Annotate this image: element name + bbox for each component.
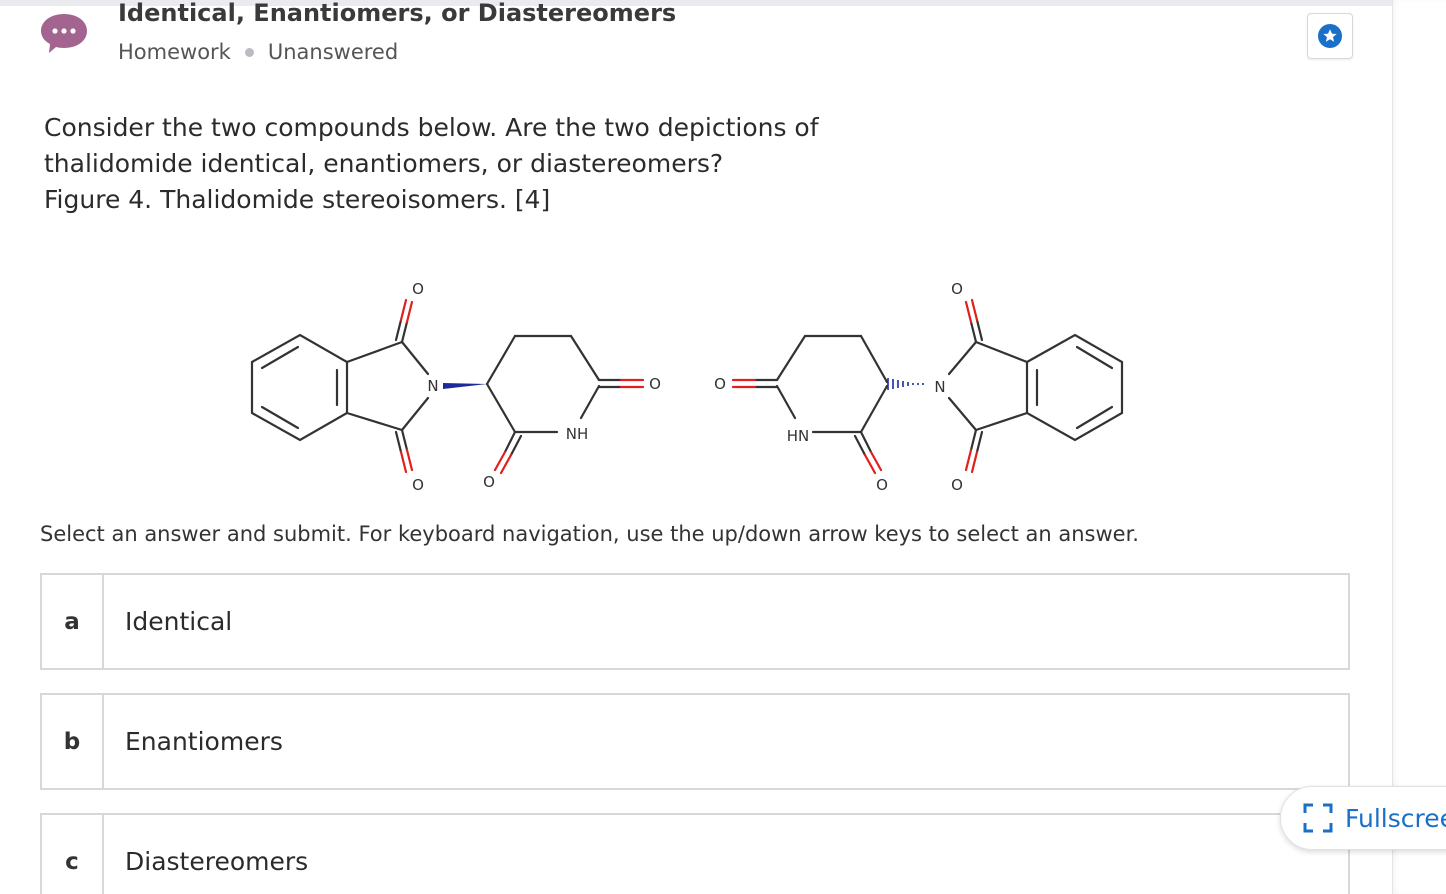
answer-letter: c bbox=[42, 815, 104, 894]
atom-label-o: O bbox=[412, 476, 424, 494]
assignment-status: Unanswered bbox=[267, 40, 399, 64]
atom-label-nh: NH bbox=[566, 425, 589, 443]
page: Identical, Enantiomers, or Diastereomers… bbox=[0, 0, 1446, 894]
assignment-meta: Homework Unanswered bbox=[118, 40, 398, 64]
answer-option-b[interactable]: b Enantiomers bbox=[40, 693, 1350, 790]
assignment-title: Identical, Enantiomers, or Diastereomers bbox=[118, 0, 677, 27]
right-benzene-ring bbox=[1025, 333, 1124, 442]
atom-label-n: N bbox=[934, 378, 945, 396]
left-benzene-ring bbox=[250, 333, 349, 442]
right-gutter bbox=[1392, 0, 1446, 894]
chat-bubble-icon[interactable] bbox=[40, 12, 88, 54]
thalidomide-structures-figure: O N O O NH O O HN O N O O bbox=[250, 280, 1124, 494]
atom-label-o: O bbox=[412, 280, 424, 298]
wedge-bond bbox=[443, 383, 487, 389]
answer-letter: b bbox=[42, 695, 104, 788]
atom-label-o: O bbox=[951, 476, 963, 494]
fullscreen-button[interactable]: Fullscreen bbox=[1280, 786, 1446, 850]
figure-caption: Figure 4. Thalidomide stereoisomers. [4] bbox=[44, 185, 551, 214]
answer-label: Diastereomers bbox=[125, 847, 309, 876]
atom-label-o: O bbox=[649, 375, 661, 393]
question-line-1: Consider the two compounds below. Are th… bbox=[44, 113, 819, 142]
answer-option-a[interactable]: a Identical bbox=[40, 573, 1350, 670]
answer-option-c[interactable]: c Diastereomers bbox=[40, 813, 1350, 894]
hashed-bond bbox=[887, 378, 924, 390]
atom-label-o: O bbox=[714, 375, 726, 393]
atom-label-o: O bbox=[951, 280, 963, 298]
atom-label-n: N bbox=[427, 377, 438, 395]
atom-label-o: O bbox=[876, 476, 888, 494]
question-prompt: Consider the two compounds below. Are th… bbox=[44, 110, 944, 218]
answer-label: Enantiomers bbox=[125, 727, 283, 756]
answer-letter: a bbox=[42, 575, 104, 668]
bookmark-star-button[interactable] bbox=[1307, 13, 1353, 59]
atom-label-o: O bbox=[483, 473, 495, 491]
answer-instructions: Select an answer and submit. For keyboar… bbox=[40, 522, 1139, 546]
answer-label: Identical bbox=[125, 607, 233, 636]
assignment-type: Homework bbox=[118, 40, 231, 64]
separator-dot bbox=[244, 47, 254, 57]
fullscreen-icon bbox=[1303, 803, 1333, 833]
star-icon bbox=[1318, 24, 1342, 48]
atom-label-hn: HN bbox=[787, 427, 810, 445]
question-line-2: thalidomide identical, enantiomers, or d… bbox=[44, 149, 724, 178]
fullscreen-label: Fullscreen bbox=[1345, 803, 1446, 833]
